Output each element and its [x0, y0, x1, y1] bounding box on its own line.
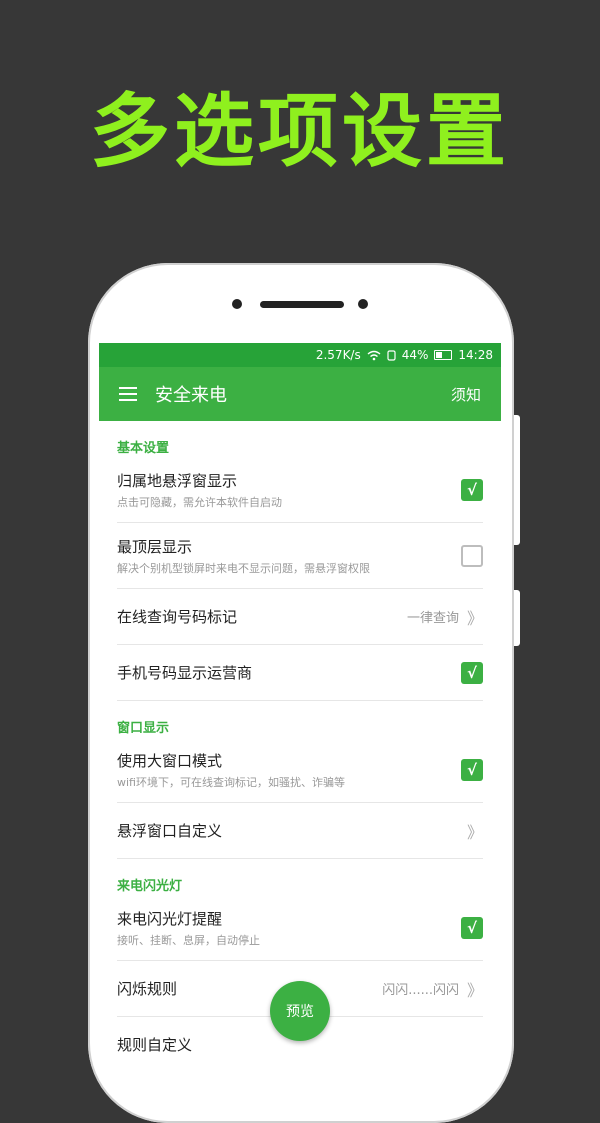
clock: 14:28	[458, 348, 493, 362]
checkbox-unchecked[interactable]	[461, 544, 483, 567]
setting-title: 使用大窗口模式	[117, 751, 223, 770]
setting-title: 最顶层显示	[117, 537, 193, 556]
speaker-grille	[260, 301, 344, 308]
status-bar: 2.57K/s 44% 14:28	[99, 343, 501, 367]
menu-icon[interactable]	[119, 383, 137, 405]
chevron-right-icon: 》	[466, 980, 483, 1000]
checkbox-checked[interactable]: √	[461, 916, 483, 939]
setting-row-top-layer[interactable]: 最顶层显示 解决个别机型锁屏时来电不显示问题，需悬浮窗权限	[117, 523, 483, 589]
sensor-dot	[232, 299, 242, 309]
setting-subtitle: wifi环境下，可在线查询标记，如骚扰、诈骗等	[117, 775, 345, 789]
wifi-icon	[367, 350, 381, 361]
setting-row-custom-window[interactable]: 悬浮窗口自定义 》	[117, 803, 483, 859]
setting-title: 悬浮窗口自定义	[117, 822, 223, 840]
checkbox-checked[interactable]: √	[461, 758, 483, 781]
setting-value: 闪闪......闪闪	[382, 983, 459, 998]
setting-subtitle: 点击可隐藏，需允许本软件自启动	[117, 495, 282, 509]
section-title-flash: 来电闪光灯	[117, 879, 183, 894]
setting-title: 归属地悬浮窗显示	[117, 471, 238, 490]
notice-button[interactable]: 须知	[451, 384, 481, 405]
vibrate-icon	[387, 349, 396, 361]
app-title: 安全来电	[155, 385, 227, 406]
setting-row-location-float[interactable]: 归属地悬浮窗显示 点击可隐藏，需允许本软件自启动 √	[117, 457, 483, 523]
section-title-basic: 基本设置	[117, 441, 170, 456]
setting-row-carrier[interactable]: 手机号码显示运营商 √	[117, 645, 483, 701]
app-bar: 安全来电 须知	[99, 367, 501, 421]
setting-title: 规则自定义	[117, 1036, 193, 1054]
promo-title: 多选项设置	[90, 85, 510, 178]
preview-button[interactable]: 预览	[270, 981, 330, 1041]
section-title-window: 窗口显示	[117, 721, 170, 736]
setting-value: 一律查询	[406, 611, 459, 626]
checkbox-checked[interactable]: √	[461, 661, 483, 684]
setting-subtitle: 解决个别机型锁屏时来电不显示问题，需悬浮窗权限	[117, 561, 370, 575]
checkbox-checked[interactable]: √	[461, 478, 483, 501]
chevron-right-icon: 》	[466, 822, 483, 842]
battery-icon	[434, 350, 453, 360]
camera-dot	[358, 299, 368, 309]
setting-title: 在线查询号码标记	[117, 608, 238, 626]
network-speed: 2.57K/s	[315, 348, 361, 362]
setting-title: 闪烁规则	[117, 980, 178, 998]
setting-row-flash-alert[interactable]: 来电闪光灯提醒 接听、挂断、息屏，自动停止 √	[117, 895, 483, 961]
phone-screen: 2.57K/s 44% 14:28 安全来电 须知 基本设置 归属地悬浮窗显示 …	[99, 343, 501, 1067]
setting-title: 手机号码显示运营商	[117, 664, 253, 682]
setting-row-online-query[interactable]: 在线查询号码标记 一律查询 》	[117, 589, 483, 645]
setting-subtitle: 接听、挂断、息屏，自动停止	[117, 933, 260, 947]
settings-list: 基本设置 归属地悬浮窗显示 点击可隐藏，需允许本软件自启动 √ 最顶层显示 解决…	[99, 421, 501, 1067]
battery-percent: 44%	[401, 348, 429, 362]
chevron-right-icon: 》	[466, 608, 483, 628]
setting-title: 来电闪光灯提醒	[117, 909, 223, 928]
setting-row-large-window[interactable]: 使用大窗口模式 wifi环境下，可在线查询标记，如骚扰、诈骗等 √	[117, 737, 483, 803]
